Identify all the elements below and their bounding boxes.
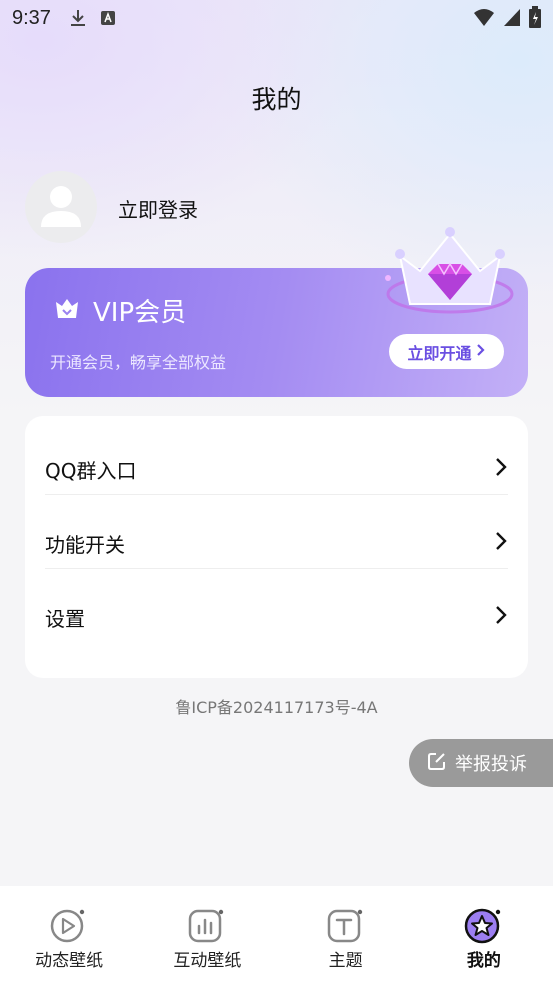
divider xyxy=(45,568,508,569)
vip-card[interactable]: VIP会员 开通会员，畅享全部权益 立即开通 xyxy=(25,227,528,397)
chart-icon xyxy=(189,909,224,943)
report-label: 举报投诉 xyxy=(455,754,527,775)
menu-item-settings[interactable]: 设置 xyxy=(45,580,508,654)
status-right xyxy=(473,6,541,32)
tab-label: 互动壁纸 xyxy=(173,951,242,971)
vip-subtitle: 开通会员，畅享全部权益 xyxy=(50,353,227,372)
menu-item-label: 设置 xyxy=(45,606,85,631)
tab-live-wallpaper[interactable]: 动态壁纸 xyxy=(0,886,138,984)
tab-theme[interactable]: 主题 xyxy=(277,886,415,984)
tab-mine[interactable]: 我的 xyxy=(415,886,553,984)
menu-item-label: QQ群入口 xyxy=(45,458,137,483)
vip-title: VIP会员 xyxy=(93,298,187,328)
page-title: 我的 xyxy=(251,85,302,114)
chevron-right-icon xyxy=(494,604,508,630)
menu-card: QQ群入口 功能开关 设置 xyxy=(25,416,528,678)
chevron-right-icon xyxy=(494,530,508,556)
divider xyxy=(45,494,508,495)
play-icon xyxy=(50,909,85,943)
report-button[interactable]: 举报投诉 xyxy=(409,739,553,787)
tab-label: 动态壁纸 xyxy=(35,951,104,971)
text-icon xyxy=(327,909,362,943)
wifi-icon xyxy=(473,7,495,31)
vip-open-label: 立即开通 xyxy=(407,343,472,363)
login-link[interactable]: 立即登录 xyxy=(118,194,198,223)
icp-record[interactable]: 鲁ICP备2024117173号-4A xyxy=(0,694,553,718)
tab-interactive-wallpaper[interactable]: 互动壁纸 xyxy=(138,886,276,984)
vip-crown-icon xyxy=(53,296,81,326)
vip-open-button[interactable]: 立即开通 xyxy=(389,334,504,369)
tab-label: 我的 xyxy=(466,951,501,971)
edit-icon xyxy=(427,751,447,776)
chevron-right-icon xyxy=(476,342,486,361)
status-time: 9:37 xyxy=(12,6,51,29)
download-icon xyxy=(69,9,87,27)
app-notification-icon xyxy=(99,9,117,27)
avatar[interactable] xyxy=(25,171,97,243)
star-icon xyxy=(464,908,501,944)
vip-diamond-crown-icon xyxy=(385,227,514,314)
chevron-right-icon xyxy=(494,456,508,482)
menu-item-label: 功能开关 xyxy=(45,532,125,557)
bottom-tab-bar: 动态壁纸 互动壁纸 主题 我的 xyxy=(0,886,553,984)
battery-icon xyxy=(529,6,541,32)
tab-label: 主题 xyxy=(328,951,363,971)
user-icon xyxy=(41,186,81,227)
status-bar: 9:37 xyxy=(0,0,553,36)
signal-icon xyxy=(503,7,521,31)
